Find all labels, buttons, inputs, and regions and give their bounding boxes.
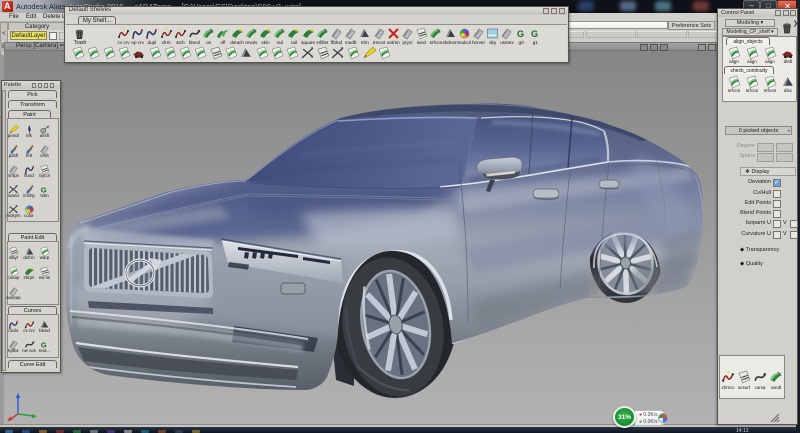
svg-text:G: G	[531, 29, 538, 39]
svg-text:G: G	[517, 29, 524, 39]
